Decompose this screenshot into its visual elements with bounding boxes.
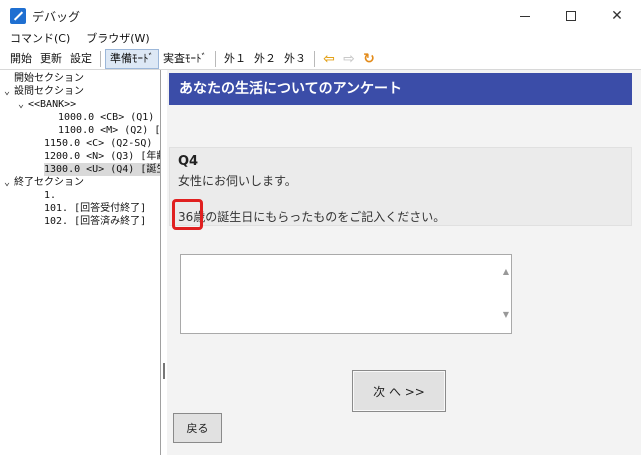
tree-item-q2[interactable]: 1100.0 <M> (Q2) [.: [58, 124, 160, 137]
close-button[interactable]: ✕: [594, 0, 640, 32]
question-number: Q4: [178, 154, 199, 169]
close-icon: ✕: [611, 8, 623, 24]
live-mode-button[interactable]: 実査ﾓｰﾄﾞ: [159, 49, 211, 69]
chevron-down-icon[interactable]: ⌄: [18, 98, 28, 111]
chevron-down-icon[interactable]: ⌄: [4, 85, 14, 98]
minimize-icon: [520, 15, 530, 17]
tree-item-q1[interactable]: 1000.0 <CB> (Q1) [: [58, 111, 160, 124]
survey-view: あなたの生活についてのアンケート Q4 女性にお伺いします。 36歳の誕生日にも…: [167, 70, 641, 455]
tree-item-q2-sq[interactable]: 1150.0 <C> (Q2-SQ) [都: [44, 137, 160, 150]
tree-item-question-section[interactable]: ⌄ 設問セクション: [4, 85, 84, 98]
toolbar-separator: [215, 50, 216, 67]
title-bar: デバッグ ✕: [0, 0, 641, 32]
minimize-button[interactable]: [502, 0, 548, 32]
scroll-up-icon[interactable]: ▲: [500, 266, 512, 278]
chevron-down-icon[interactable]: ⌄: [4, 176, 14, 189]
tree-item-end-1[interactable]: 1.: [44, 189, 56, 202]
tree-item-bank[interactable]: ⌄ <<BANK>>: [18, 98, 76, 111]
tree-item-end-section[interactable]: ⌄ 終了セクション: [4, 176, 84, 189]
menu-command[interactable]: コマンド(C): [0, 32, 78, 48]
menu-bar: コマンド(C) ブラウザ(W): [0, 32, 641, 48]
question-text-line2: 36歳の誕生日にもらったものをご記入ください。: [178, 210, 446, 224]
splitter-handle[interactable]: [163, 363, 165, 379]
prep-mode-button[interactable]: 準備ﾓｰﾄﾞ: [105, 48, 159, 69]
window-title: デバッグ: [32, 10, 81, 24]
question-box: Q4 女性にお伺いします。 36歳の誕生日にもらったものをご記入ください。: [169, 147, 632, 230]
refresh-icon[interactable]: ↻: [359, 49, 379, 69]
survey-title: あなたの生活についてのアンケート: [169, 73, 632, 105]
toolbar-separator: [100, 50, 101, 67]
scroll-down-icon[interactable]: ▼: [500, 309, 512, 321]
tree-item-end-101[interactable]: 101. [回答受付終了]: [44, 202, 146, 215]
back-button[interactable]: 戻る: [173, 413, 222, 443]
menu-browser[interactable]: ブラウザ(W): [78, 32, 157, 48]
update-button[interactable]: 更新: [36, 49, 66, 69]
external1-button[interactable]: 外１: [220, 49, 250, 69]
section-tree[interactable]: 開始セクション ⌄ 設問セクション ⌄ <<BANK>> 1000.0 <CB> (…: [0, 70, 161, 455]
back-arrow-icon[interactable]: ⇦: [319, 49, 339, 69]
highlight-annotation: [172, 199, 203, 230]
tree-item-q4[interactable]: 1300.0 <U> (Q4) [誕生: [44, 163, 160, 176]
maximize-button[interactable]: [548, 0, 594, 32]
external2-button[interactable]: 外２: [250, 49, 280, 69]
settings-button[interactable]: 設定: [66, 49, 96, 69]
tree-item-end-102[interactable]: 102. [回答済み終了]: [44, 215, 146, 228]
forward-arrow-icon[interactable]: ⇨: [339, 49, 359, 69]
toolbar-separator: [314, 50, 315, 67]
tree-item-q3[interactable]: 1200.0 <N> (Q3) [年齢: [44, 150, 160, 163]
start-button[interactable]: 開始: [0, 49, 36, 69]
pen-app-icon: [10, 8, 26, 24]
next-button[interactable]: 次 へ >>: [352, 370, 446, 412]
toolbar: 開始 更新 設定 準備ﾓｰﾄﾞ 実査ﾓｰﾄﾞ 外１ 外２ 外３ ⇦ ⇨ ↻: [0, 48, 641, 70]
maximize-icon: [566, 11, 576, 21]
question-text-line1: 女性にお伺いします。: [178, 174, 297, 188]
tree-item-start-section[interactable]: 開始セクション: [14, 72, 84, 85]
answer-textarea[interactable]: [180, 254, 512, 334]
external3-button[interactable]: 外３: [280, 49, 310, 69]
